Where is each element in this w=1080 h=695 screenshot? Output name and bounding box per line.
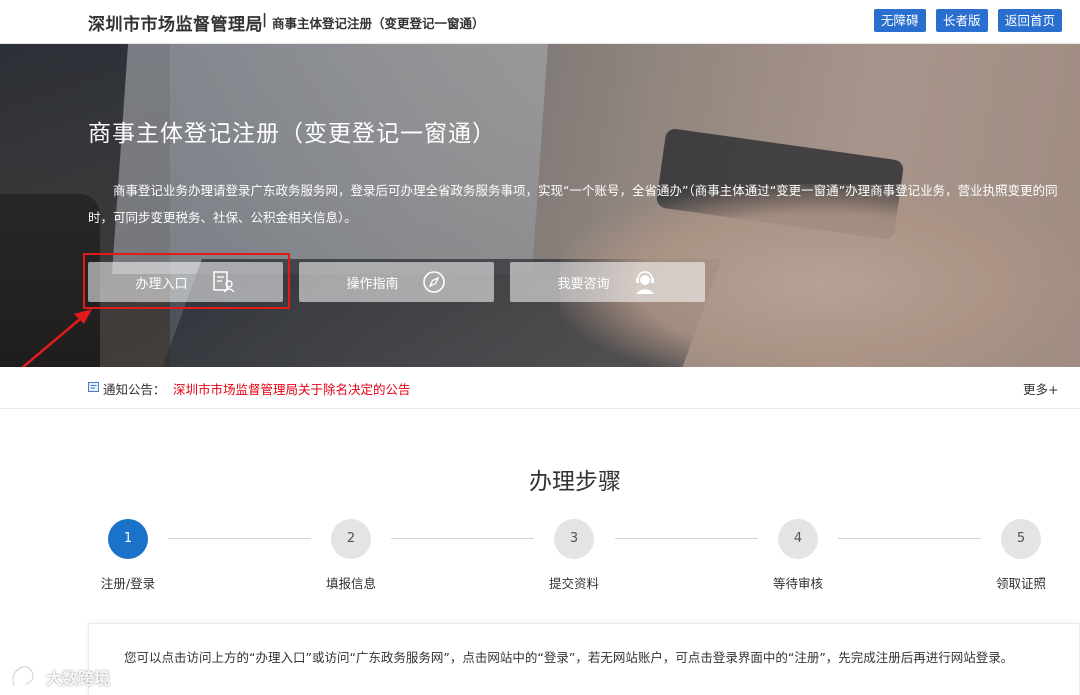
hero-banner: 商事主体登记注册（变更登记一窗通） 商事登记业务办理请登录广东政务服务网，登录后… bbox=[0, 44, 1080, 367]
step-2-label: 填报信息 bbox=[325, 576, 376, 591]
step-connector bbox=[838, 538, 981, 539]
accessibility-button[interactable]: 无障碍 bbox=[874, 9, 926, 32]
customer-service-icon bbox=[635, 271, 654, 294]
hero-description: 商事登记业务办理请登录广东政务服务网，登录后可办理全省政务服务事项，实现“一个账… bbox=[88, 183, 1058, 225]
step-3-label: 提交资料 bbox=[548, 576, 599, 591]
hero-title: 商事主体登记注册（变更登记一窗通） bbox=[88, 121, 496, 147]
guide-button[interactable]: 操作指南 bbox=[299, 262, 494, 302]
step-connector bbox=[168, 538, 311, 539]
steps-title: 办理步骤 bbox=[529, 469, 621, 495]
step-info-text: 您可以点击访问上方的“办理入口”或访问“广东政务服务网”，点击网站中的“登录”，… bbox=[124, 650, 1014, 665]
step-info-panel: 您可以点击访问上方的“办理入口”或访问“广东政务服务网”，点击网站中的“登录”，… bbox=[88, 623, 1080, 695]
notice-bar: 通知公告： 深圳市市场监督管理局关于除名决定的公告 更多+ bbox=[0, 367, 1080, 409]
step-3-circle[interactable]: 3 bbox=[554, 519, 594, 559]
consult-button-label: 我要咨询 bbox=[557, 276, 610, 292]
back-home-button[interactable]: 返回首页 bbox=[998, 9, 1063, 32]
step-connector bbox=[391, 538, 534, 539]
elder-version-button[interactable]: 长者版 bbox=[936, 9, 988, 32]
step-4-label: 等待审核 bbox=[772, 576, 823, 591]
top-header: 深圳市市场监督管理局 | 商事主体登记注册（变更登记一窗通） 无障碍 长者版 返… bbox=[0, 0, 1080, 44]
step-2-circle[interactable]: 2 bbox=[331, 519, 371, 559]
site-subtitle: 商事主体登记注册（变更登记一窗通） bbox=[272, 16, 485, 31]
watermark-text: 大数跨境 bbox=[46, 669, 111, 688]
highlight-box bbox=[83, 253, 290, 309]
notice-link[interactable]: 深圳市市场监督管理局关于除名决定的公告 bbox=[173, 379, 411, 398]
notice-label: 通知公告： bbox=[103, 382, 166, 397]
guide-button-label: 操作指南 bbox=[346, 276, 399, 292]
consult-button[interactable]: 我要咨询 bbox=[510, 262, 705, 302]
step-4-circle[interactable]: 4 bbox=[778, 519, 818, 559]
step-connector bbox=[615, 538, 758, 539]
step-5-circle[interactable]: 5 bbox=[1001, 519, 1041, 559]
step-5-label: 领取证照 bbox=[995, 576, 1046, 591]
more-link[interactable]: 更多+ bbox=[1023, 379, 1058, 398]
step-1-circle[interactable]: 1 bbox=[108, 519, 148, 559]
brand-separator: | bbox=[262, 12, 268, 28]
notice-icon bbox=[88, 382, 99, 392]
compass-icon bbox=[422, 271, 445, 293]
step-1-label: 注册/登录 bbox=[100, 576, 156, 591]
site-brand[interactable]: 深圳市市场监督管理局 bbox=[88, 10, 263, 35]
